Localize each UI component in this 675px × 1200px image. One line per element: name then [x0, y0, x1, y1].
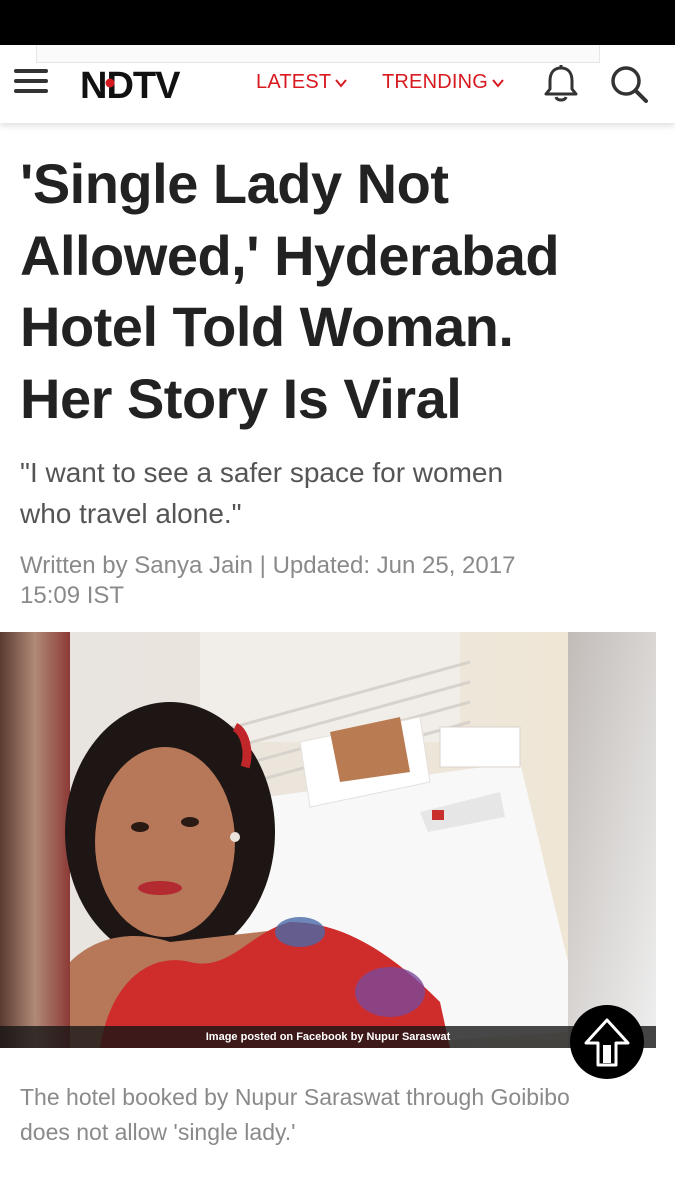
hidden-search-bar [36, 45, 600, 63]
caption-line: The hotel booked by Nupur Saraswat throu… [20, 1084, 570, 1110]
logo-red-dot [105, 78, 115, 88]
menu-icon[interactable] [14, 69, 50, 97]
byline-line: 15:09 IST [20, 582, 125, 609]
headline-line: Allowed,' Hyderabad [20, 223, 560, 287]
arrow-up-icon [584, 1018, 630, 1067]
logo-text: NDTV [80, 65, 181, 106]
chevron-down-icon [335, 78, 348, 88]
nav-trending-label: TRENDING [382, 71, 489, 93]
caption-line: does not allow 'single lady.' [20, 1119, 296, 1145]
byline-line: Written by Sanya Jain | Updated: Jun 25,… [20, 552, 516, 579]
bell-icon[interactable] [540, 63, 582, 105]
article-image[interactable]: Image posted on Facebook by Nupur Sarasw… [0, 632, 656, 1048]
nav-trending[interactable]: TRENDING [382, 71, 505, 94]
article-byline: Written by Sanya Jain | Updated: Jun 25,… [20, 551, 620, 611]
chevron-down-icon [492, 78, 504, 88]
nav-latest-label: LATEST [256, 71, 332, 93]
top-navbar: NDTV LATEST TRENDING [0, 45, 675, 123]
status-bar [0, 0, 675, 45]
subheadline-line: who travel alone." [20, 498, 242, 529]
ndtv-logo[interactable]: NDTV [80, 62, 220, 106]
article-subheadline: "I want to see a safer space for women w… [20, 452, 640, 534]
image-caption: The hotel booked by Nupur Saraswat throu… [20, 1080, 640, 1150]
image-credit: Image posted on Facebook by Nupur Sarasw… [0, 1026, 656, 1048]
scroll-to-top-button[interactable] [570, 1005, 644, 1079]
article-headline: 'Single Lady Not Allowed,' Hyderabad Hot… [20, 148, 640, 434]
headline-line: Her Story Is Viral [20, 366, 462, 430]
search-icon[interactable] [608, 63, 650, 105]
article-photo [0, 632, 656, 1048]
subheadline-line: "I want to see a safer space for women [20, 457, 504, 488]
headline-line: Hotel Told Woman. [20, 295, 514, 358]
nav-latest[interactable]: LATEST [256, 71, 348, 94]
headline-line: 'Single Lady Not [20, 152, 449, 215]
